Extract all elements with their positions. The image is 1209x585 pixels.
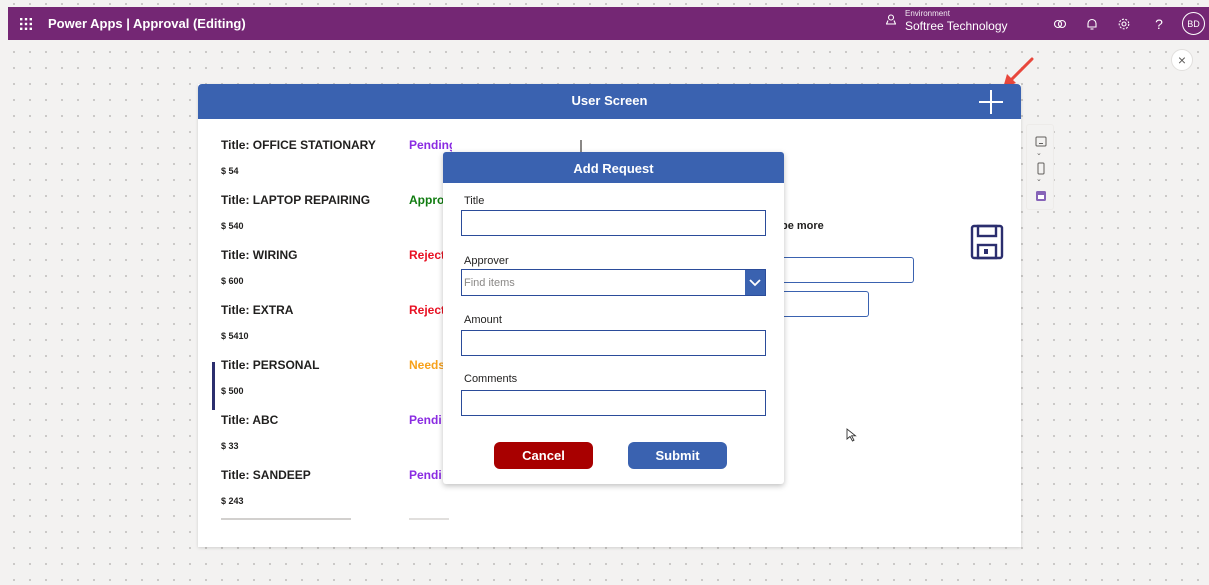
avatar-initials: BD [1187,18,1200,29]
gallery-item[interactable]: Title: PERSONAL $ 500 Needs [212,352,452,410]
item-title: Title: LAPTOP REPAIRING [221,193,371,207]
item-status: Pending [409,138,452,152]
comments-label: Comments [464,373,518,385]
item-amount: $ 5410 [221,331,249,341]
item-amount: $ 243 [221,496,244,506]
avatar[interactable]: BD [1182,12,1205,35]
item-title: Title: OFFICE STATIONARY [221,138,376,152]
item-amount: $ 54 [221,166,239,176]
environment-icon [885,12,897,30]
app-title: Power Apps | Approval (Editing) [48,16,246,31]
gallery-item[interactable]: Title: ABC $ 33 Pendi [212,407,452,462]
bell-icon[interactable] [1083,15,1101,33]
approver-combobox[interactable]: Find items [461,269,766,296]
pointer-icon [846,428,857,442]
item-status: Reject [409,248,446,262]
item-status: Pendi [409,468,442,482]
gallery-overflow-row [212,514,472,524]
dialog-header: Add Request [443,152,784,183]
item-title: Title: WIRING [221,248,298,262]
device-panel: ⌄ ⌄ [1026,124,1054,210]
amount-label: Amount [464,314,502,326]
title-input[interactable] [461,210,766,236]
item-amount: $ 500 [221,386,244,396]
environment-picker[interactable]: Environment Softree Technology [885,10,1008,32]
environment-name: Softree Technology [905,19,1008,33]
gallery-item[interactable]: Title: LAPTOP REPAIRING $ 540 Appro [212,187,452,242]
gear-icon[interactable] [1115,15,1133,33]
comments-input[interactable] [461,390,766,416]
chevron-down-icon[interactable]: ⌄ [1036,175,1042,183]
title-label: Title [464,195,485,207]
copilot-icon[interactable] [1051,15,1069,33]
phone-icon[interactable] [1034,162,1048,176]
approver-placeholder: Find items [464,276,515,289]
amount-input[interactable] [461,330,766,356]
request-gallery[interactable]: Title: OFFICE STATIONARY $ 54 Pending Title… [212,132,452,532]
gallery-item[interactable]: Title: EXTRA $ 5410 Reject [212,297,452,352]
chevron-down-icon[interactable]: ⌄ [1036,149,1042,157]
help-label: ? [1155,16,1163,32]
item-status: Appro [409,193,445,207]
item-status: Reject [409,303,446,317]
item-title: Title: EXTRA [221,303,294,317]
item-amount: $ 600 [221,276,244,286]
help-icon[interactable]: ? [1150,15,1168,33]
submit-button[interactable]: Submit [628,442,727,469]
dialog-title: Add Request [573,161,654,176]
item-title: Title: ABC [221,413,279,427]
item-title: Title: SANDEEP [221,468,311,482]
close-icon[interactable]: × [1171,49,1193,71]
background-input[interactable] [781,257,914,283]
item-status: Pendi [409,413,442,427]
calendar-icon[interactable] [1034,189,1048,203]
item-amount: $ 33 [221,441,239,451]
item-title: Title: PERSONAL [221,358,320,372]
add-request-dialog: Add Request Title Approver Find items Am… [443,152,784,484]
environment-label: Environment [905,9,950,18]
screen-title: User Screen [571,93,648,108]
cancel-button[interactable]: Cancel [494,442,593,469]
item-amount: $ 540 [221,221,244,231]
screen-header: User Screen [198,84,1021,119]
gallery-item[interactable]: Title: OFFICE STATIONARY $ 54 Pending [212,132,452,187]
tablet-icon[interactable] [1034,135,1048,149]
approver-label: Approver [464,255,509,267]
top-bar: Power Apps | Approval (Editing) Environm… [8,7,1209,40]
description-text: be more [781,220,824,232]
gallery-item[interactable]: Title: SANDEEP $ 243 Pendi [212,462,452,517]
waffle-icon[interactable] [8,7,44,40]
gallery-item[interactable]: Title: WIRING $ 600 Reject [212,242,452,297]
plus-icon[interactable] [976,87,1006,117]
background-input[interactable] [781,291,869,317]
item-status: Needs [409,358,446,372]
save-icon[interactable] [970,224,1004,260]
chevron-down-icon[interactable] [745,270,765,295]
